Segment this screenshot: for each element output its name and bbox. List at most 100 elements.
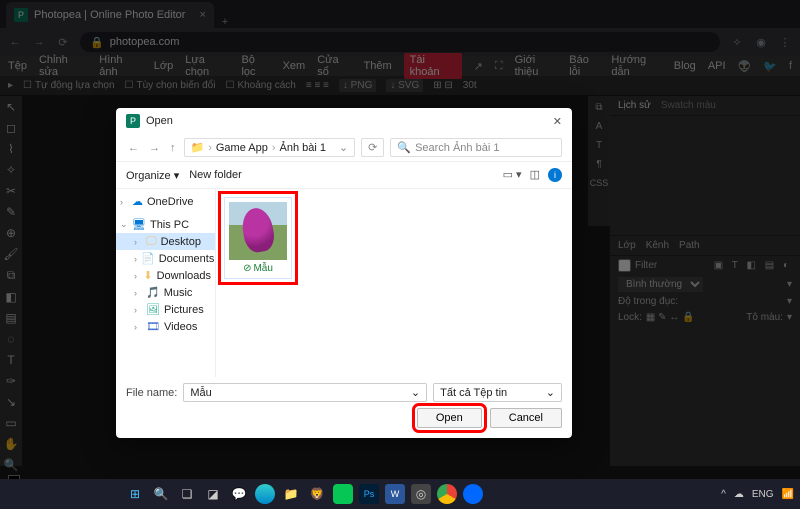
tree-pictures[interactable]: ›🖼Pictures [116, 301, 215, 318]
distance-check[interactable]: ☐ Khoảng cách [225, 80, 295, 91]
panel-char-icon[interactable]: A [596, 121, 603, 132]
menu-filter[interactable]: Bộ lọc [241, 54, 270, 78]
start-icon[interactable]: ⊞ [125, 484, 145, 504]
crumb-seg2[interactable]: Ảnh bài 1 [280, 142, 326, 154]
chrome-menu-icon[interactable]: ⋮ [778, 36, 792, 49]
type-tool-icon[interactable]: T [3, 353, 19, 367]
explorer-icon[interactable]: 📁 [281, 484, 301, 504]
link-blog[interactable]: Blog [674, 60, 696, 72]
widgets-icon[interactable]: ◪ [203, 484, 223, 504]
export-svg-button[interactable]: ↓ SVG [386, 79, 423, 92]
blur-tool-icon[interactable]: ◌ [3, 332, 19, 346]
link-api[interactable]: API [708, 60, 726, 72]
line-icon[interactable] [333, 484, 353, 504]
heal-tool-icon[interactable]: ⊕ [3, 226, 19, 240]
nav-back-icon[interactable]: ← [126, 142, 141, 154]
tab-paths[interactable]: Path [679, 240, 700, 251]
marquee-tool-icon[interactable]: ◻ [3, 121, 19, 135]
menu-edit[interactable]: Chỉnh sửa [39, 54, 87, 78]
filetype-select[interactable]: Tất cả Tệp tin⌄ [433, 383, 562, 402]
file-grid[interactable]: ⊘Mẫu [216, 189, 572, 377]
tab-swatch[interactable]: Swatch màu [661, 100, 716, 111]
tree-desktop[interactable]: ›🖵Desktop [116, 233, 215, 250]
tree-music[interactable]: ›🎵Music [116, 284, 215, 301]
hand-tool-icon[interactable]: ✋ [3, 437, 19, 451]
path-tool-icon[interactable]: ↘ [3, 395, 19, 409]
panel-para-icon[interactable]: ¶ [596, 159, 601, 170]
link-about[interactable]: Giới thiệu [515, 54, 558, 78]
tray-wifi-icon[interactable]: 📶 [782, 489, 794, 500]
tab-layers[interactable]: Lớp [618, 240, 636, 251]
view-mode-icon[interactable]: ▭ ▾ [503, 168, 522, 182]
menu-more[interactable]: Thêm [364, 60, 392, 72]
taskview-icon[interactable]: ❏ [177, 484, 197, 504]
nav-up-icon[interactable]: ↑ [168, 142, 178, 154]
reddit-icon[interactable]: 👽 [738, 60, 752, 73]
menu-view[interactable]: Xem [283, 60, 306, 72]
cancel-button[interactable]: Cancel [490, 408, 562, 428]
search-input[interactable]: 🔍 Search Ảnh bài 1 [390, 138, 562, 157]
breadcrumb[interactable]: 📁 › Game App › Ảnh bài 1 ⌄ [184, 138, 356, 157]
tree-downloads[interactable]: ›⬇Downloads [116, 267, 215, 284]
filter-icons[interactable]: ▣ T ◧ ▤ ◐ [714, 260, 792, 271]
pen-tool-icon[interactable]: ✑ [3, 374, 19, 388]
panel-history-icon[interactable]: ⧉ [595, 102, 602, 113]
tree-documents[interactable]: ›📄Documents [116, 250, 215, 267]
brush-tool-icon[interactable]: 🖌 [3, 247, 19, 261]
menu-layer[interactable]: Lớp [154, 60, 173, 72]
nav-reload-icon[interactable]: ⟳ [56, 36, 70, 49]
tray-chevron-icon[interactable]: ^ [721, 489, 726, 500]
address-bar[interactable]: 🔒 photopea.com [80, 32, 720, 52]
shape-tool-icon[interactable]: ▭ [3, 416, 19, 430]
tray-cloud-icon[interactable]: ☁ [734, 489, 744, 500]
facebook-icon[interactable]: f [789, 60, 792, 72]
panel-text-icon[interactable]: T [596, 140, 602, 151]
new-folder-button[interactable]: New folder [189, 169, 242, 181]
eraser-tool-icon[interactable]: ◧ [3, 290, 19, 304]
open-button[interactable]: Open [417, 408, 482, 428]
auto-select-check[interactable]: ☐ Tự động lựa chọn [23, 80, 115, 91]
organize-menu[interactable]: Organize ▾ [126, 169, 179, 182]
link-guide[interactable]: Hướng dẫn [611, 54, 661, 78]
filename-input[interactable]: Mẫu⌄ [183, 383, 427, 402]
dialog-close-icon[interactable]: ✕ [553, 115, 562, 128]
profile-icon[interactable]: ◉ [754, 36, 768, 49]
zoom-tool-icon[interactable]: 🔍 [3, 458, 19, 472]
eyedropper-tool-icon[interactable]: ✎ [3, 205, 19, 219]
align-icons[interactable]: ≡ ≡ ≡ [306, 80, 329, 91]
crumb-seg1[interactable]: Game App [216, 142, 268, 154]
nav-back-icon[interactable]: ← [8, 36, 22, 48]
link-report[interactable]: Báo lỗi [569, 54, 599, 78]
share-icon[interactable]: ↗ [474, 60, 483, 73]
blend-mode-select[interactable]: Bình thường [618, 277, 703, 292]
browser-tab[interactable]: P Photopea | Online Photo Editor × [6, 2, 214, 28]
transform-check[interactable]: ☐ Tùy chọn biến đổi [125, 80, 216, 91]
twitter-icon[interactable]: 🐦 [763, 60, 777, 73]
help-icon[interactable]: i [548, 168, 562, 182]
file-item[interactable]: ⊘Mẫu [224, 197, 292, 279]
menu-window[interactable]: Cửa sổ [317, 54, 351, 78]
close-tab-icon[interactable]: × [199, 9, 205, 21]
menu-file[interactable]: Tệp [8, 60, 27, 72]
tree-onedrive[interactable]: ›☁OneDrive [116, 193, 215, 210]
brave-icon[interactable]: 🦁 [307, 484, 327, 504]
filter-check[interactable] [618, 259, 631, 272]
menu-image[interactable]: Hình ảnh [99, 54, 141, 78]
chat-icon[interactable]: 💬 [229, 484, 249, 504]
search-icon[interactable]: 🔍 [151, 484, 171, 504]
zalo-icon[interactable] [463, 484, 483, 504]
nav-fwd-icon[interactable]: → [147, 142, 162, 154]
lasso-tool-icon[interactable]: ⌇ [3, 142, 19, 156]
new-tab-button[interactable]: + [214, 16, 236, 28]
fullscreen-icon[interactable]: ⛶ [495, 60, 503, 73]
menu-account[interactable]: Tài khoản [404, 53, 462, 79]
tab-channels[interactable]: Kênh [646, 240, 669, 251]
crop-tool-icon[interactable]: ✂ [3, 184, 19, 198]
tree-thispc[interactable]: ⌄🖥This PC [116, 216, 215, 233]
app-icon[interactable]: ◎ [411, 484, 431, 504]
more-align-icons[interactable]: ⊞ ⊟ [433, 80, 453, 91]
wand-tool-icon[interactable]: ✧ [3, 163, 19, 177]
extensions-icon[interactable]: ✧ [730, 36, 744, 49]
css-label[interactable]: CSS [590, 178, 609, 188]
tree-videos[interactable]: ›🎞Videos [116, 318, 215, 335]
